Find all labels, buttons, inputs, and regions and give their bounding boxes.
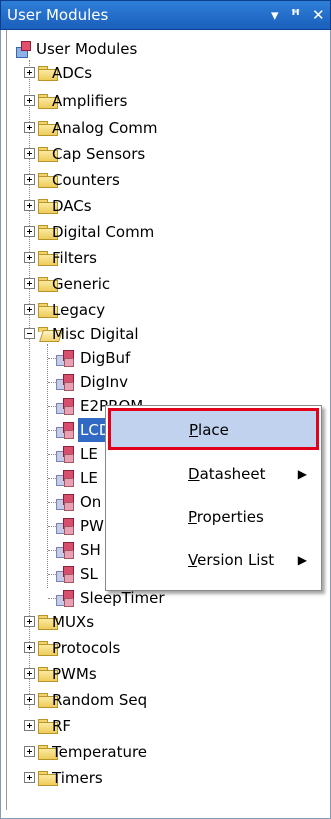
user-module-icon (56, 422, 74, 439)
submenu-arrow-icon: ▶ (297, 553, 307, 567)
tree-folder-legacy[interactable]: Legacy (0, 298, 220, 322)
user-module-icon (56, 590, 74, 607)
menu-label-rest: ersion List (197, 551, 275, 569)
tree-folder-pwms[interactable]: PWMs (0, 662, 220, 686)
folder-label: Analog Comm (52, 119, 158, 137)
user-module-icon (56, 494, 74, 511)
expand-icon[interactable] (24, 616, 35, 627)
collapse-icon[interactable] (24, 328, 35, 339)
tree-folder-protocols[interactable]: Protocols (0, 636, 220, 660)
tree-folder-adcs[interactable]: ADCs (0, 61, 220, 85)
module-diginv[interactable]: DigInv (0, 370, 240, 394)
user-modules-icon (16, 41, 32, 58)
user-module-icon (56, 470, 74, 487)
module-label: LE (80, 445, 98, 463)
folder-label: Digital Comm (52, 223, 155, 241)
tree-folder-cap-sensors[interactable]: Cap Sensors (0, 142, 220, 166)
menu-item-label: Datasheet (188, 454, 266, 494)
expand-icon[interactable] (24, 772, 35, 783)
folder-label: Counters (52, 171, 120, 189)
folder-label: RF (52, 717, 72, 735)
expand-icon[interactable] (24, 122, 35, 133)
expand-icon[interactable] (24, 278, 35, 289)
expand-icon[interactable] (24, 148, 35, 159)
folder-label: Filters (52, 249, 97, 267)
folder-label: PWMs (52, 665, 97, 683)
submenu-arrow-icon: ▶ (297, 467, 307, 481)
tree-folder-counters[interactable]: Counters (0, 168, 220, 192)
folder-label: Timers (52, 769, 103, 787)
tree-folder-temperature[interactable]: Temperature (0, 740, 220, 764)
expand-icon[interactable] (24, 174, 35, 185)
expand-icon[interactable] (24, 200, 35, 211)
menu-item-datasheet[interactable]: Datasheet ▶ (108, 454, 319, 494)
folder-label: Cap Sensors (52, 145, 146, 163)
module-digbuf[interactable]: DigBuf (0, 346, 240, 370)
tree-folder-muxs[interactable]: MUXs (0, 610, 220, 634)
user-module-icon (56, 398, 74, 415)
folder-label: Temperature (52, 743, 148, 761)
user-module-icon (56, 566, 74, 583)
user-module-icon (56, 446, 74, 463)
menu-accelerator: P (189, 421, 199, 439)
menu-accelerator: V (188, 551, 198, 569)
user-module-icon (56, 350, 74, 367)
tree-folder-amplifiers[interactable]: Amplifiers (0, 89, 220, 113)
menu-accelerator: P (188, 508, 197, 526)
tree-folder-random-seq[interactable]: Random Seq (0, 688, 220, 712)
module-label: SL (80, 565, 98, 583)
tree-folder-digital-comm[interactable]: Digital Comm (0, 220, 220, 244)
expand-icon[interactable] (24, 694, 35, 705)
folder-label: Generic (52, 275, 111, 293)
expand-icon[interactable] (24, 95, 35, 106)
menu-item-label: Place (189, 410, 229, 450)
tree-folder-filters[interactable]: Filters (0, 246, 220, 270)
user-module-icon (56, 518, 74, 535)
menu-item-properties[interactable]: Properties (108, 497, 319, 537)
menu-item-label: Version List (188, 540, 274, 580)
expand-icon[interactable] (24, 252, 35, 263)
expand-icon[interactable] (24, 226, 35, 237)
tree-folder-rf[interactable]: RF (0, 714, 220, 738)
menu-item-label: Properties (188, 497, 264, 537)
menu-accelerator: D (188, 465, 200, 483)
folder-label: DACs (52, 197, 92, 215)
folder-label: ADCs (52, 64, 93, 82)
module-label: DigInv (80, 373, 129, 391)
module-label: On (80, 493, 102, 511)
context-menu: Place Datasheet ▶ Properties Version Lis… (105, 405, 322, 591)
folder-label: Random Seq (52, 691, 148, 709)
user-module-icon (56, 374, 74, 391)
menu-label-rest: roperties (196, 508, 264, 526)
expand-icon[interactable] (24, 642, 35, 653)
menu-item-place[interactable]: Place (108, 409, 319, 449)
module-label: LE (80, 469, 98, 487)
expand-icon[interactable] (24, 668, 35, 679)
expand-icon[interactable] (24, 720, 35, 731)
folder-label: Amplifiers (52, 92, 128, 110)
tree-folder-timers[interactable]: Timers (0, 766, 220, 790)
tree-folder-misc-digital[interactable]: Misc Digital (0, 322, 220, 346)
folder-label: Legacy (52, 301, 106, 319)
menu-label-rest: lace (198, 421, 229, 439)
expand-icon[interactable] (24, 746, 35, 757)
tree-folder-analog-comm[interactable]: Analog Comm (0, 116, 220, 140)
folder-label: Protocols (52, 639, 121, 657)
tree-root-label: User Modules (36, 40, 138, 58)
module-label: SH (80, 541, 101, 559)
menu-label-rest: atasheet (199, 465, 266, 483)
tree-folder-dacs[interactable]: DACs (0, 194, 220, 218)
expand-icon[interactable] (24, 67, 35, 78)
folder-label: Misc Digital (52, 325, 139, 343)
module-label: PW (80, 517, 104, 535)
module-label: DigBuf (80, 349, 131, 367)
menu-item-version-list[interactable]: Version List ▶ (108, 540, 319, 580)
user-module-icon (56, 542, 74, 559)
tree-folder-generic[interactable]: Generic (0, 272, 220, 296)
tree-root[interactable]: User Modules (0, 37, 200, 61)
folder-label: MUXs (52, 613, 95, 631)
expand-icon[interactable] (24, 304, 35, 315)
